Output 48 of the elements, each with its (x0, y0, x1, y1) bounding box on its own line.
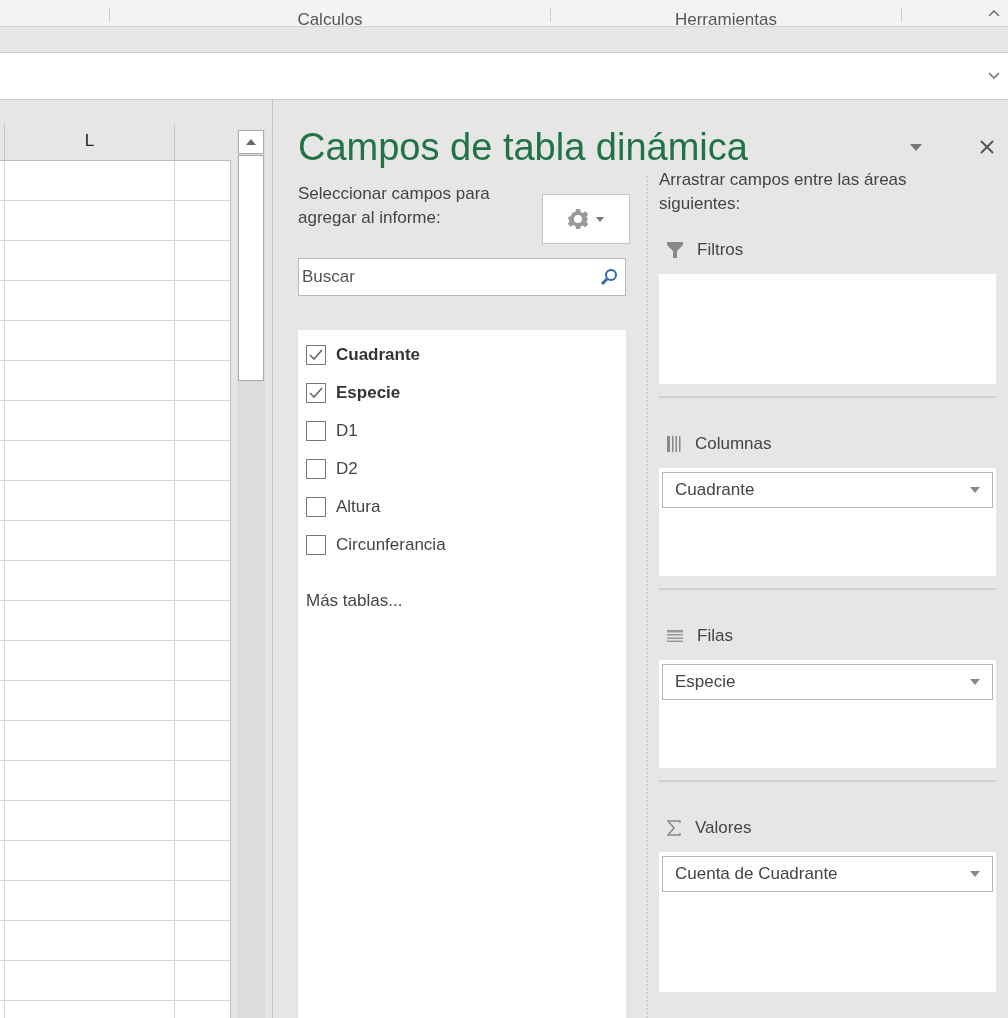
area-label: Valores (695, 817, 752, 840)
area-label: Filas (697, 625, 733, 648)
field-dropdown[interactable]: Especie (662, 664, 993, 700)
field-label[interactable]: D2 (336, 456, 358, 482)
settings-button[interactable] (542, 194, 630, 244)
columns-icon (667, 436, 681, 452)
checkbox[interactable] (306, 497, 326, 517)
instruction-text: Seleccionar campos para agregar al informe: (298, 183, 491, 229)
ribbon-group-label: Herramientas (673, 10, 778, 26)
sigma-icon (667, 820, 681, 836)
checkbox[interactable] (306, 345, 326, 365)
field-label[interactable]: Circunferancia (336, 532, 446, 558)
field-dropdown[interactable]: Cuadrante (662, 472, 993, 508)
dropdown-icon[interactable] (910, 143, 922, 151)
area-label: Filtros (697, 239, 744, 262)
pane-title: Campos de tabla dinámica (298, 124, 749, 170)
field-label[interactable]: Cuadrante (336, 342, 421, 368)
caret-icon (596, 216, 604, 222)
settings-icon (568, 209, 588, 229)
more-tables-link[interactable]: Más tablas... (306, 588, 403, 614)
field-label[interactable]: D1 (336, 418, 358, 444)
instruction-text: Arrastrar campos entre las áreas siguientes: (659, 169, 908, 215)
drop-area[interactable]: Especie (659, 660, 996, 768)
scrollbar[interactable] (237, 130, 265, 1018)
close-icon[interactable] (980, 140, 994, 154)
chevron-up-icon[interactable] (988, 9, 1000, 17)
scroll-up-button[interactable] (238, 130, 264, 154)
search-field[interactable]: Buscar (298, 258, 626, 296)
caret-icon (970, 487, 980, 493)
rows-icon (667, 630, 683, 642)
caret-icon (970, 871, 980, 877)
ribbon-group-label: Calculos (296, 10, 364, 26)
area-label: Columnas (695, 433, 772, 456)
field-label[interactable]: Altura (336, 494, 381, 520)
field-dropdown[interactable]: Cuenta de Cuadrante (662, 856, 993, 892)
field-label[interactable]: Especie (336, 380, 401, 406)
checkbox[interactable] (306, 535, 326, 555)
checkbox[interactable] (306, 383, 326, 403)
triangle-up-icon (246, 139, 256, 145)
caret-icon (970, 679, 980, 685)
filter-icon (667, 242, 683, 258)
chevron-down-icon[interactable] (988, 72, 1000, 80)
checkbox[interactable] (306, 459, 326, 479)
drop-area[interactable]: Cuenta de Cuadrante (659, 852, 996, 992)
drop-area[interactable]: Cuadrante (659, 468, 996, 576)
scroll-thumb[interactable] (238, 155, 264, 381)
search-icon[interactable] (600, 268, 618, 286)
checkbox[interactable] (306, 421, 326, 441)
